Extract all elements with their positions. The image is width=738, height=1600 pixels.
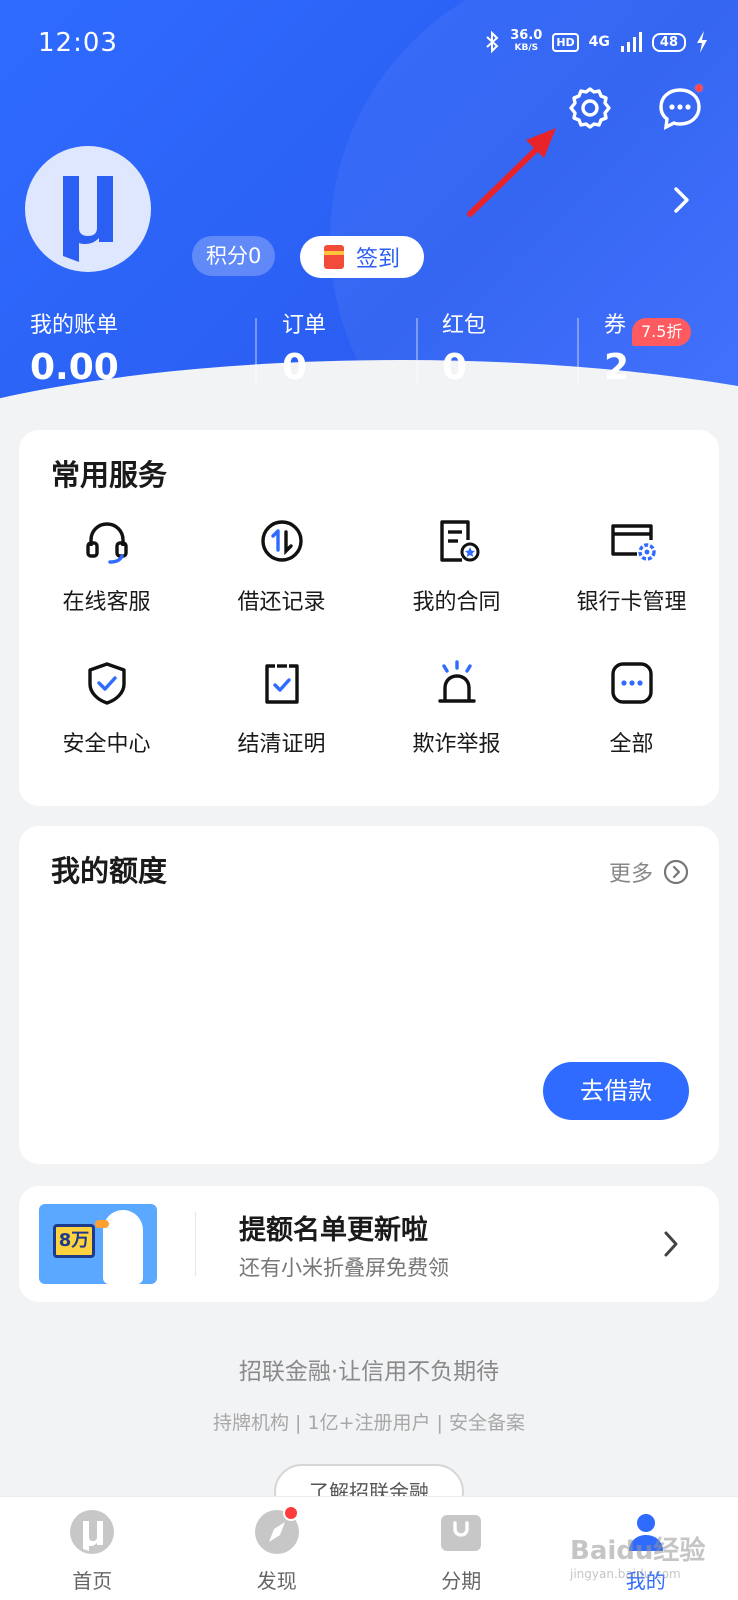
shopping-bag-icon bbox=[441, 1515, 482, 1551]
service-all[interactable]: 全部 bbox=[544, 658, 719, 758]
headset-icon bbox=[85, 522, 128, 564]
more-label: 更多 bbox=[608, 862, 653, 887]
service-label: 欺诈举报 bbox=[412, 732, 501, 757]
stat-divider bbox=[577, 318, 579, 386]
promo-image: 8万 bbox=[39, 1204, 157, 1284]
stat-coupons[interactable]: 券 2 bbox=[604, 312, 629, 392]
stat-value: 0 bbox=[442, 347, 468, 388]
checkin-button[interactable]: 签到 bbox=[300, 236, 424, 278]
brand-slogan: 招联金融·让信用不负期待 bbox=[238, 1359, 500, 1385]
nav-label: 我的 bbox=[625, 1569, 666, 1593]
service-label: 全部 bbox=[609, 732, 654, 757]
stat-red-packets[interactable]: 红包 0 bbox=[442, 312, 486, 392]
hd-badge: HD bbox=[552, 32, 579, 52]
stat-value: 2 bbox=[604, 347, 630, 388]
services-title: 常用服务 bbox=[51, 458, 168, 492]
nav-home[interactable]: 首页 bbox=[0, 1497, 185, 1600]
home-logo-icon bbox=[70, 1510, 115, 1554]
services-card: 常用服务 在线客服 借还记录 我的合同 银行卡管理 安全中心 结清证明 欺诈举报… bbox=[19, 430, 719, 806]
network-speed-value: 36.0 bbox=[510, 28, 543, 43]
profile-icon bbox=[628, 1514, 663, 1551]
nav-label: 分期 bbox=[441, 1569, 482, 1593]
network-type: 4G bbox=[588, 34, 610, 50]
avatar[interactable] bbox=[25, 146, 151, 272]
goose-mascot-icon bbox=[103, 1210, 143, 1284]
more-dots-icon bbox=[610, 662, 653, 704]
service-label: 安全中心 bbox=[62, 732, 151, 757]
quota-more-link[interactable]: 更多 bbox=[609, 856, 689, 888]
stat-label: 订单 bbox=[282, 313, 327, 338]
network-speed-unit: KB/S bbox=[514, 43, 539, 53]
clipboard-check-icon bbox=[264, 664, 299, 704]
promo-divider bbox=[195, 1212, 196, 1276]
service-label: 我的合同 bbox=[412, 590, 501, 615]
stat-label: 券 bbox=[604, 313, 627, 338]
stat-value: 0.00 bbox=[30, 347, 119, 388]
points-badge[interactable]: 积分0 bbox=[192, 236, 276, 276]
service-label: 借还记录 bbox=[237, 590, 326, 615]
bank-card-settings-icon bbox=[610, 524, 656, 561]
promo-banner[interactable]: 8万 提额名单更新啦 还有小米折叠屏免费领 bbox=[19, 1186, 719, 1302]
service-bank-card-management[interactable]: 银行卡管理 bbox=[544, 516, 719, 616]
stat-value: 0 bbox=[282, 347, 308, 388]
contract-icon bbox=[439, 520, 479, 562]
alarm-light-icon bbox=[437, 660, 476, 703]
stat-divider bbox=[416, 318, 418, 386]
promo-title: 提额名单更新啦 bbox=[239, 1215, 428, 1246]
quota-title: 我的额度 bbox=[51, 854, 168, 888]
service-security-center[interactable]: 安全中心 bbox=[19, 658, 194, 758]
nav-label: 发现 bbox=[256, 1569, 297, 1593]
checkin-label: 签到 bbox=[355, 247, 400, 272]
stat-label: 我的账单 bbox=[30, 313, 119, 338]
status-time: 12:03 bbox=[38, 28, 118, 58]
brand-tagline: 持牌机构 | 1亿+注册用户 | 安全备案 bbox=[213, 1412, 525, 1434]
user-logo-icon bbox=[63, 176, 113, 262]
service-label: 银行卡管理 bbox=[576, 590, 687, 615]
service-my-contracts[interactable]: 我的合同 bbox=[369, 516, 544, 616]
service-settlement-proof[interactable]: 结清证明 bbox=[194, 658, 369, 758]
nav-label: 首页 bbox=[72, 1569, 113, 1593]
discount-badge: 7.5折 bbox=[632, 318, 692, 346]
red-envelope-icon bbox=[323, 245, 344, 269]
battery-indicator: 48 bbox=[651, 32, 686, 52]
shield-check-icon bbox=[87, 662, 126, 705]
network-speed: 36.0 KB/S bbox=[510, 28, 543, 54]
nav-notification-dot bbox=[282, 1505, 299, 1521]
promo-subtitle: 还有小米折叠屏免费领 bbox=[239, 1256, 449, 1280]
circle-chevron-right-icon bbox=[663, 859, 689, 885]
service-loan-records[interactable]: 借还记录 bbox=[194, 516, 369, 616]
service-online-support[interactable]: 在线客服 bbox=[19, 516, 194, 616]
stat-label: 红包 bbox=[442, 313, 487, 338]
borrow-button[interactable]: 去借款 bbox=[543, 1062, 689, 1120]
bluetooth-icon bbox=[486, 31, 499, 53]
message-notification-dot bbox=[693, 82, 705, 94]
stat-bill[interactable]: 我的账单 0.00 bbox=[30, 312, 119, 392]
goose-beak bbox=[95, 1220, 109, 1228]
charging-icon bbox=[697, 31, 707, 53]
status-icons: 36.0 KB/S HD 4G 48 bbox=[484, 28, 708, 54]
stat-orders[interactable]: 订单 0 bbox=[282, 312, 326, 392]
service-fraud-report[interactable]: 欺诈举报 bbox=[369, 658, 544, 758]
credit-quota-card: 我的额度 更多 去借款 bbox=[19, 826, 719, 1164]
nav-mine[interactable]: 我的 bbox=[554, 1497, 738, 1600]
status-bar: 12:03 36.0 KB/S HD 4G 48 bbox=[0, 0, 738, 90]
chevron-right-icon[interactable] bbox=[672, 186, 692, 214]
promo-image-sign: 8万 bbox=[53, 1224, 95, 1258]
nav-installment[interactable]: 分期 bbox=[369, 1497, 554, 1600]
nav-discover[interactable]: 发现 bbox=[185, 1497, 370, 1600]
service-label: 在线客服 bbox=[62, 590, 151, 615]
bottom-nav: 首页 发现 分期 我的 bbox=[0, 1496, 738, 1600]
stat-divider bbox=[255, 318, 257, 386]
signal-icon bbox=[620, 32, 642, 52]
annotation-arrow-icon bbox=[467, 128, 556, 217]
chevron-right-icon bbox=[664, 1231, 678, 1257]
service-label: 结清证明 bbox=[237, 732, 326, 757]
exchange-icon bbox=[260, 520, 303, 562]
